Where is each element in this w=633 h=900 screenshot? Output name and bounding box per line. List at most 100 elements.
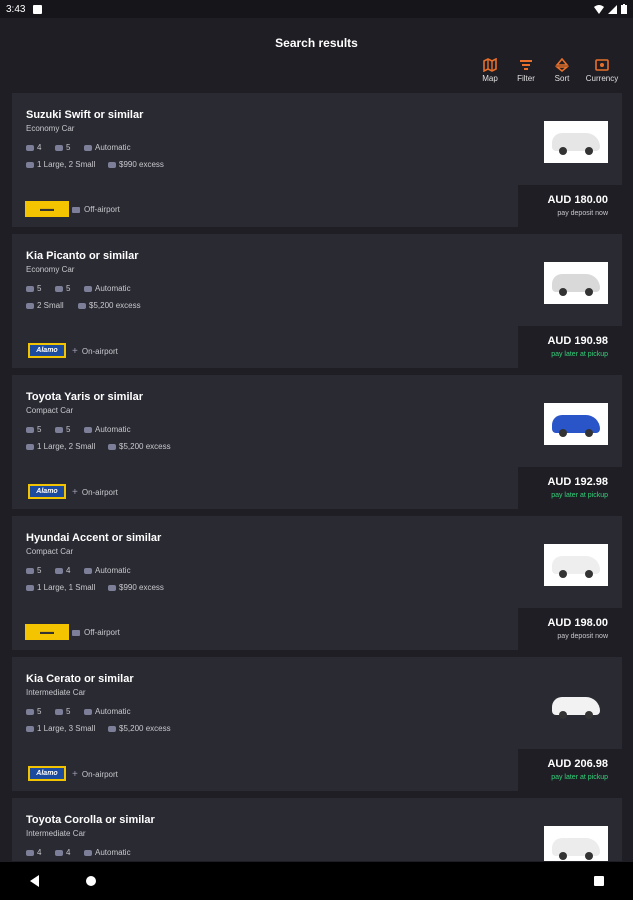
price: AUD 180.00 — [547, 194, 608, 206]
location-info: + On-airport — [72, 769, 118, 780]
car-icon — [552, 133, 600, 155]
airport-icon: + — [72, 487, 78, 498]
doors-spec: 4 — [55, 566, 70, 575]
doors-value: 4 — [66, 566, 71, 575]
car-class: Intermediate Car — [26, 829, 86, 838]
price: AUD 192.98 — [547, 476, 608, 488]
car-name: Toyota Yaris or similar — [26, 391, 143, 403]
excess-icon — [108, 584, 116, 591]
excess-icon — [108, 443, 116, 450]
transmission-spec: Automatic — [84, 284, 131, 293]
luggage-spec: 1 Large, 3 Small — [26, 724, 95, 733]
sort-button[interactable]: Sort — [549, 58, 575, 83]
location-value: On-airport — [81, 488, 118, 497]
seats-value: 5 — [37, 707, 42, 716]
toolbar: Map Filter Sort Currency — [477, 58, 619, 83]
car-class: Economy Car — [26, 124, 75, 133]
seats-spec: 5 — [26, 566, 41, 575]
luggage-value: 1 Large, 2 Small — [37, 442, 96, 451]
price-box: AUD 198.00 pay deposit now — [518, 608, 622, 650]
excess-icon — [108, 161, 116, 168]
luggage-value: 1 Large, 2 Small — [37, 160, 96, 169]
map-button[interactable]: Map — [477, 58, 503, 83]
doors-spec: 5 — [55, 425, 70, 434]
transmission-value: Automatic — [95, 848, 131, 857]
car-class: Compact Car — [26, 406, 74, 415]
result-card-kia-picanto[interactable]: Kia Picanto or similar Economy Car 5 5 A… — [12, 234, 622, 368]
page-title: Search results — [275, 36, 358, 50]
seats-icon — [26, 144, 34, 151]
seats-spec: 5 — [26, 707, 41, 716]
excess-value: $5,200 excess — [89, 301, 141, 310]
result-card-toyota-yaris[interactable]: Toyota Yaris or similar Compact Car 5 5 … — [12, 375, 622, 509]
home-icon[interactable] — [86, 876, 96, 886]
airport-icon: + — [72, 769, 78, 780]
signal-icon — [608, 4, 617, 14]
supplier-logo: Alamo — [28, 766, 66, 781]
luggage-icon — [26, 584, 34, 591]
luggage-icon — [26, 443, 34, 450]
door-icon — [55, 708, 63, 715]
doors-value: 5 — [66, 425, 71, 434]
car-image — [544, 544, 608, 586]
location-info: + On-airport — [72, 487, 118, 498]
luggage-icon — [26, 725, 34, 732]
payment-note: pay deposit now — [557, 633, 608, 640]
wifi-icon — [594, 4, 604, 14]
luggage-spec: 1 Large, 1 Small — [26, 583, 95, 592]
seats-spec: 5 — [26, 284, 41, 293]
excess-value: $990 excess — [119, 160, 164, 169]
price-box: AUD 192.98 pay later at pickup — [518, 467, 622, 509]
sort-label: Sort — [554, 74, 570, 83]
back-icon[interactable] — [30, 875, 39, 887]
seats-icon — [26, 567, 34, 574]
result-card-hyundai-accent[interactable]: Hyundai Accent or similar Compact Car 5 … — [12, 516, 622, 650]
doors-spec: 5 — [55, 143, 70, 152]
luggage-spec: 2 Small — [26, 301, 64, 310]
filter-button[interactable]: Filter — [513, 58, 539, 83]
car-name: Suzuki Swift or similar — [26, 109, 144, 121]
car-name: Hyundai Accent or similar — [26, 532, 162, 544]
battery-icon — [621, 4, 627, 14]
car-image — [544, 121, 608, 163]
excess-icon — [78, 302, 86, 309]
excess-value: $5,200 excess — [119, 442, 171, 451]
location-value: Off-airport — [84, 628, 120, 637]
result-card-toyota-corolla[interactable]: Toyota Corolla or similar Intermediate C… — [12, 798, 622, 861]
status-bar: 3:43 — [0, 0, 633, 18]
shuttle-icon — [72, 629, 80, 636]
doors-spec: 4 — [55, 848, 70, 857]
map-icon — [483, 58, 497, 72]
car-icon — [552, 697, 600, 719]
payment-note: pay later at pickup — [551, 351, 608, 358]
car-icon — [552, 415, 600, 437]
sort-icon — [555, 58, 569, 72]
location-info: Off-airport — [72, 628, 120, 637]
system-nav-bar — [0, 862, 633, 900]
result-card-suzuki-swift[interactable]: Suzuki Swift or similar Economy Car 4 5 … — [12, 93, 622, 227]
transmission-value: Automatic — [95, 707, 131, 716]
excess-spec: $5,200 excess — [108, 724, 171, 733]
door-icon — [55, 567, 63, 574]
payment-note: pay deposit now — [557, 210, 608, 217]
door-icon — [55, 849, 63, 856]
excess-spec: $990 excess — [108, 583, 164, 592]
transmission-spec: Automatic — [84, 848, 131, 857]
currency-label: Currency — [585, 74, 619, 83]
car-class: Compact Car — [26, 547, 74, 556]
price-box: AUD 206.98 pay later at pickup — [518, 749, 622, 791]
excess-value: $990 excess — [119, 583, 164, 592]
filter-icon — [520, 60, 532, 70]
transmission-spec: Automatic — [84, 143, 131, 152]
door-icon — [55, 144, 63, 151]
result-card-kia-cerato[interactable]: Kia Cerato or similar Intermediate Car 5… — [12, 657, 622, 791]
results-list[interactable]: Suzuki Swift or similar Economy Car 4 5 … — [12, 93, 622, 861]
currency-button[interactable]: Currency — [585, 58, 619, 83]
door-icon — [55, 426, 63, 433]
luggage-value: 2 Small — [37, 301, 64, 310]
gearbox-icon — [84, 144, 92, 151]
excess-spec: $5,200 excess — [78, 301, 141, 310]
recents-icon[interactable] — [594, 876, 604, 886]
map-label: Map — [482, 74, 498, 83]
luggage-spec: 1 Large, 2 Small — [26, 442, 95, 451]
